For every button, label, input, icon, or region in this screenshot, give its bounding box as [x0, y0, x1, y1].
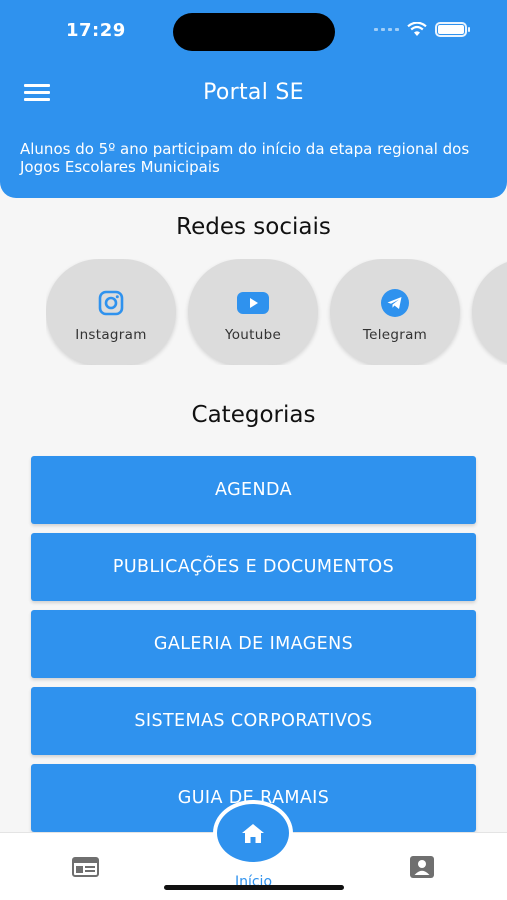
- news-headline[interactable]: Alunos do 5º ano participam do início da…: [20, 140, 480, 176]
- app-title: Portal SE: [203, 80, 304, 105]
- category-publications-button[interactable]: PUBLICAÇÕES E DOCUMENTOS: [31, 533, 476, 601]
- wifi-icon: [407, 22, 427, 36]
- status-time: 17:29: [66, 20, 126, 41]
- categories-section-title: Categorias: [191, 402, 316, 428]
- category-systems-button[interactable]: SISTEMAS CORPORATIVOS: [31, 687, 476, 755]
- signal-icon: [374, 28, 399, 31]
- social-label: Instagram: [75, 327, 147, 343]
- status-icons: [374, 22, 470, 37]
- social-label: Youtube: [224, 327, 282, 343]
- social-section-title: Redes sociais: [176, 214, 331, 240]
- home-tab-button[interactable]: [213, 800, 293, 866]
- home-indicator: [164, 885, 344, 890]
- categories-list: AGENDA PUBLICAÇÕES E DOCUMENTOS GALERIA …: [31, 456, 476, 841]
- social-telegram-button[interactable]: Telegram: [330, 259, 460, 365]
- instagram-icon: [98, 290, 124, 316]
- social-instagram-button[interactable]: Instagram: [46, 259, 176, 365]
- social-facebook-button[interactable]: F: [472, 259, 507, 365]
- social-youtube-button[interactable]: Youtube: [188, 259, 318, 365]
- camera-notch: [173, 13, 335, 51]
- home-icon: [242, 823, 264, 843]
- battery-icon: [435, 22, 470, 37]
- category-agenda-button[interactable]: AGENDA: [31, 456, 476, 524]
- telegram-icon: [381, 289, 409, 317]
- category-gallery-button[interactable]: GALERIA DE IMAGENS: [31, 610, 476, 678]
- youtube-icon: [237, 292, 269, 314]
- app-header: 17:29 Portal SE Alunos do 5º ano partici…: [0, 0, 507, 198]
- social-label: Telegram: [362, 327, 428, 343]
- social-carousel[interactable]: Instagram Youtube Telegram F: [46, 259, 507, 365]
